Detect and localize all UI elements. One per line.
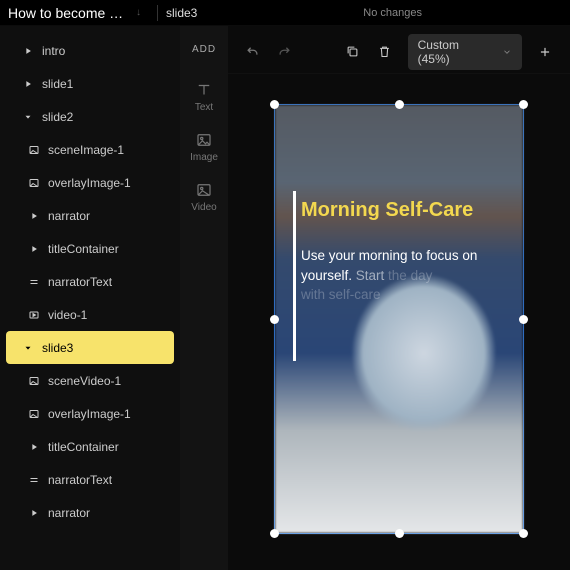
tree-item-narrator[interactable]: narrator (6, 496, 174, 529)
image-icon (195, 131, 213, 149)
tree-item-overlayImage-1[interactable]: overlayImage-1 (6, 166, 174, 199)
tree-item-narratorText[interactable]: narratorText (6, 463, 174, 496)
play-icon (28, 244, 40, 254)
resize-handle-bl[interactable] (270, 529, 279, 538)
zoom-label: Custom (45%) (418, 38, 494, 66)
tree-item-sceneImage-1[interactable]: sceneImage-1 (6, 133, 174, 166)
tree-item-narratorText[interactable]: narratorText (6, 265, 174, 298)
resize-handle-bm[interactable] (395, 529, 404, 538)
play-icon (28, 508, 40, 518)
text-icon (28, 276, 40, 288)
canvas-toolbar: Custom (45%) (228, 30, 570, 74)
add-button[interactable] (530, 38, 560, 66)
plus-icon (538, 45, 552, 59)
image-icon (28, 408, 40, 420)
delete-button[interactable] (370, 38, 400, 66)
tree-item-label: slide1 (42, 77, 73, 91)
tree-item-label: overlayImage-1 (48, 407, 131, 421)
image-icon (28, 375, 40, 387)
add-panel: ADD Text Image Video (180, 26, 228, 570)
add-image-button[interactable]: Image (190, 131, 218, 163)
canvas-area: Custom (45%) Morning Self-Care Use your … (228, 26, 570, 570)
play-icon (28, 442, 40, 452)
resize-handle-ml[interactable] (270, 315, 279, 324)
tree-item-sceneVideo-1[interactable]: sceneVideo-1 (6, 364, 174, 397)
image-icon (28, 144, 40, 156)
add-video-label: Video (191, 202, 216, 213)
play-icon (22, 79, 34, 89)
tree-item-label: narratorText (48, 473, 112, 487)
undo-button[interactable] (238, 38, 268, 66)
text-icon (195, 81, 213, 99)
tree-item-label: narrator (48, 506, 90, 520)
layer-tree: intro slide1 slide2 sceneImage-1 overlayImag… (0, 26, 180, 570)
tree-item-label: slide2 (42, 110, 73, 124)
play-icon (22, 46, 34, 56)
redo-button[interactable] (270, 38, 300, 66)
add-text-button[interactable]: Text (195, 81, 213, 113)
selection-frame[interactable]: Morning Self-Care Use your morning to fo… (274, 104, 524, 534)
resize-handle-tl[interactable] (270, 100, 279, 109)
tree-item-narrator[interactable]: narrator (6, 199, 174, 232)
divider (157, 5, 158, 21)
slide-body[interactable]: Use your morning to focus on yourself. S… (301, 246, 497, 305)
project-title[interactable]: How to become p… (8, 5, 128, 21)
tree-item-label: narrator (48, 209, 90, 223)
video-icon (28, 309, 40, 321)
tree-item-video-1[interactable]: video-1 (6, 298, 174, 331)
body-text-fade1: Start (356, 268, 388, 283)
tree-item-overlayImage-1[interactable]: overlayImage-1 (6, 397, 174, 430)
tree-item-label: video-1 (48, 308, 87, 322)
tree-item-label: intro (42, 44, 65, 58)
resize-handle-tr[interactable] (519, 100, 528, 109)
resize-handle-br[interactable] (519, 529, 528, 538)
changes-status: No changes (363, 7, 422, 19)
breadcrumb-current[interactable]: slide3 (166, 6, 197, 20)
tree-item-slide1[interactable]: slide1 (6, 67, 174, 100)
body-text-fade2: the day (388, 268, 432, 283)
body-text-line3: with self-care (301, 287, 381, 302)
add-image-label: Image (190, 152, 218, 163)
redo-icon (277, 44, 292, 59)
copy-button[interactable] (338, 38, 368, 66)
slide-content: Morning Self-Care Use your morning to fo… (275, 105, 523, 533)
zoom-dropdown[interactable]: Custom (45%) (408, 34, 522, 70)
trash-icon (377, 44, 392, 59)
caret-down-icon (22, 112, 34, 122)
add-video-button[interactable]: Video (191, 181, 216, 213)
tree-item-titleContainer[interactable]: titleContainer (6, 232, 174, 265)
image-icon (28, 177, 40, 189)
caret-down-icon (22, 343, 34, 353)
tree-item-titleContainer[interactable]: titleContainer (6, 430, 174, 463)
copy-icon (345, 44, 360, 59)
resize-handle-tm[interactable] (395, 100, 404, 109)
undo-icon (245, 44, 260, 59)
text-icon (28, 474, 40, 486)
tree-item-label: titleContainer (48, 440, 119, 454)
add-header: ADD (192, 44, 216, 55)
stage[interactable]: Morning Self-Care Use your morning to fo… (228, 74, 570, 570)
slide-title[interactable]: Morning Self-Care (301, 199, 497, 222)
tree-item-label: sceneVideo-1 (48, 374, 121, 388)
video-icon (195, 181, 213, 199)
tree-item-label: overlayImage-1 (48, 176, 131, 190)
add-text-label: Text (195, 102, 213, 113)
tree-item-label: titleContainer (48, 242, 119, 256)
resize-handle-mr[interactable] (519, 315, 528, 324)
chevron-down-icon (502, 47, 512, 57)
play-icon (28, 211, 40, 221)
header: How to become p… ↓ slide3 No changes (0, 0, 570, 26)
tree-item-label: slide3 (42, 341, 73, 355)
tree-item-label: narratorText (48, 275, 112, 289)
tree-item-slide2[interactable]: slide2 (6, 100, 174, 133)
tree-item-intro[interactable]: intro (6, 34, 174, 67)
title-dropdown-icon[interactable]: ↓ (136, 7, 141, 18)
tree-item-slide3[interactable]: slide3 (6, 331, 174, 364)
tree-item-label: sceneImage-1 (48, 143, 124, 157)
